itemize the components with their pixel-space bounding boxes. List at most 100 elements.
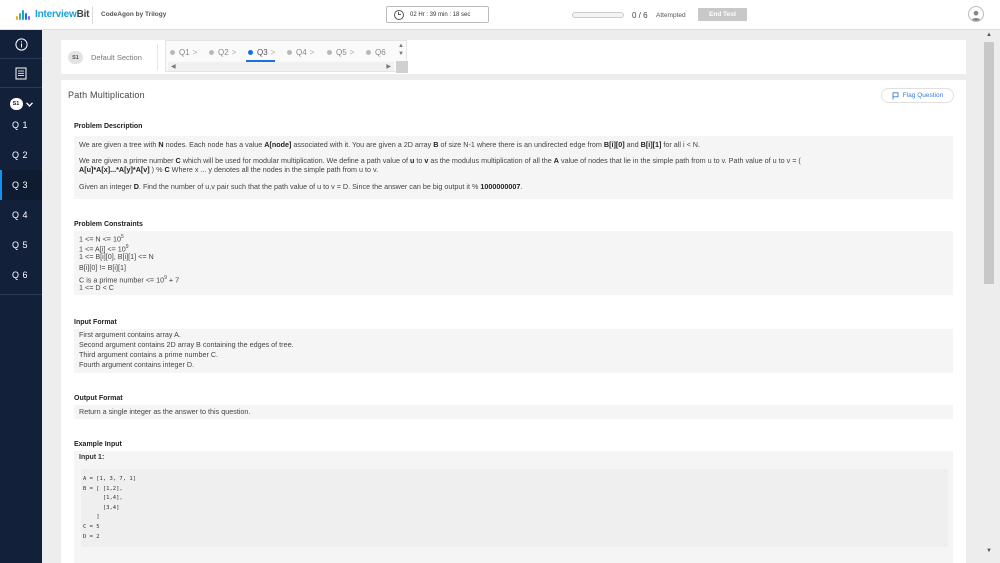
status-dot: [170, 49, 175, 55]
tabs-horizontal-scrollbar[interactable]: ◀ ▶: [168, 62, 394, 71]
input-format-line: Third argument contains a prime number C…: [79, 350, 219, 359]
sidebar-question-3[interactable]: Q 3: [0, 170, 42, 200]
scroll-down-icon[interactable]: ▼: [986, 548, 992, 554]
tab-label: Q2: [218, 47, 229, 57]
status-dot: [248, 49, 253, 55]
interviewbit-logo[interactable]: InterviewBit: [16, 9, 89, 20]
top-bar: InterviewBit CodeAgon by Trilogy 02 Hr :…: [0, 0, 1000, 30]
chevron-down-icon: [25, 101, 33, 107]
section-chip: S1: [68, 51, 83, 64]
chevron-right-icon: >: [231, 47, 237, 57]
description-paragraph-3: Given an integer D. Find the number of u…: [79, 182, 523, 191]
status-dot: [209, 49, 214, 55]
example-input-label: Input 1:: [79, 454, 105, 461]
status-dot: [327, 49, 332, 55]
question-title: Path Multiplication: [68, 90, 145, 100]
flag-icon: [892, 91, 899, 99]
description-paragraph-2: We are given a prime number C which will…: [79, 156, 801, 174]
info-button[interactable]: [0, 30, 42, 59]
section-name: Default Section: [91, 53, 142, 62]
input-format-line: First argument contains array A.: [79, 330, 181, 339]
instructions-button[interactable]: [0, 59, 42, 88]
flag-question-label: Flag Question: [902, 92, 944, 99]
sidebar-divider: [0, 294, 42, 295]
section-bar: S1 Default Section Q1 > Q2 > Q3 > Q4 > Q5 > Q…: [61, 40, 966, 74]
status-dot: [287, 49, 292, 55]
scroll-down-icon[interactable]: ▼: [398, 51, 404, 57]
contest-brand: CodeAgon by Trilogy: [101, 11, 167, 18]
chevron-right-icon: >: [192, 47, 198, 57]
scroll-up-icon[interactable]: ▲: [986, 32, 992, 38]
scrollbar-thumb[interactable]: [984, 42, 994, 284]
sidebar-question-5[interactable]: Q 5: [0, 230, 42, 260]
tab-label: Q3: [257, 47, 268, 57]
logo-text-right: Bit: [76, 9, 90, 20]
constraint-text: B[i][0] != B[i][1]: [79, 262, 126, 272]
example-code-block: A = [1, 3, 7, 1] B = [ [1,2], [1,4], [3,…: [81, 469, 948, 547]
output-format-text: Return a single integer as the answer to…: [79, 407, 251, 416]
scroll-left-icon[interactable]: ◀: [171, 63, 176, 70]
constraint-exponent: 9: [125, 244, 129, 251]
tab-q6[interactable]: Q6: [366, 45, 386, 59]
chevron-right-icon: >: [309, 47, 315, 57]
input-format-heading: Input Format: [74, 319, 117, 326]
input-format-box: First argument contains array A. Second …: [74, 329, 953, 373]
constraint-line: 1 <= D < C: [79, 283, 114, 293]
tab-label: Q5: [336, 47, 347, 57]
sidebar-question-4[interactable]: Q 4: [0, 200, 42, 230]
constraint-text: 1 <= D < C: [79, 283, 114, 292]
document-list-icon: [15, 67, 27, 79]
question-tabs: Q1 > Q2 > Q3 > Q4 > Q5 > Q6 ◀ ▶ ▲ ▼: [165, 40, 408, 73]
example-input-heading: Example Input: [74, 441, 122, 448]
constraint-line: B[i][0] != B[i][1]: [79, 263, 126, 273]
problem-constraints-heading: Problem Constraints: [74, 221, 143, 228]
attempted-count: 0 / 6: [632, 11, 648, 20]
timer-text: 02 Hr : 39 min : 18 sec: [410, 11, 471, 18]
page-scrollbar[interactable]: ▲ ▼: [983, 30, 995, 563]
problem-constraints-box: 1 <= N <= 105 1 <= A[i] <= 109 1 <= B[i][0…: [74, 231, 953, 295]
attempt-progress-bar: [572, 12, 624, 18]
constraint-line: 1 <= B[i][0], B[i][1] <= N: [79, 252, 154, 262]
sidebar: S1 Q 1 Q 2 Q 3 Q 4 Q 5 Q 6: [0, 30, 42, 563]
tabs-vertical-scrollbar[interactable]: ▲ ▼: [396, 42, 408, 73]
tab-label: Q4: [296, 47, 307, 57]
sidebar-question-1[interactable]: Q 1: [0, 110, 42, 140]
constraint-exponent: 5: [120, 234, 124, 240]
scroll-right-icon[interactable]: ▶: [386, 63, 391, 70]
logo-bars-icon: [16, 9, 32, 20]
info-icon: [14, 37, 28, 51]
sidebar-question-2[interactable]: Q 2: [0, 140, 42, 170]
output-format-box: Return a single integer as the answer to…: [74, 405, 953, 419]
section-divider: [157, 44, 158, 70]
tab-q4[interactable]: Q4 >: [287, 45, 314, 59]
end-test-button[interactable]: End Test: [698, 8, 747, 21]
countdown-timer: 02 Hr : 39 min : 18 sec: [386, 6, 489, 23]
status-dot: [366, 49, 371, 55]
example-code: A = [1, 3, 7, 1] B = [ [1,2], [1,4], [3,…: [83, 476, 136, 540]
sidebar-question-6[interactable]: Q 6: [0, 260, 42, 290]
input-format-line: Second argument contains 2D array B cont…: [79, 340, 294, 349]
tab-q2[interactable]: Q2 >: [209, 45, 236, 59]
problem-description-box: We are given a tree with N nodes. Each n…: [74, 136, 953, 199]
clock-icon: [394, 9, 404, 20]
chevron-right-icon: >: [349, 47, 355, 57]
scroll-up-icon[interactable]: ▲: [398, 43, 404, 49]
header-divider: [92, 6, 93, 24]
flag-question-button[interactable]: Flag Question: [881, 88, 954, 103]
user-icon: [971, 10, 981, 21]
input-format-line: Fourth argument contains integer D.: [79, 360, 195, 369]
user-avatar-button[interactable]: [968, 6, 984, 22]
chevron-right-icon: >: [270, 47, 276, 57]
problem-description-heading: Problem Description: [74, 123, 143, 130]
scrollbar-corner: [396, 61, 408, 73]
tab-q1[interactable]: Q1 >: [170, 45, 197, 59]
section-badge: S1: [9, 98, 23, 110]
question-panel: Path Multiplication Flag Question Proble…: [61, 80, 966, 563]
constraint-suffix: + 7: [166, 275, 180, 285]
tab-q3[interactable]: Q3 >: [248, 45, 275, 59]
description-paragraph-1: We are given a tree with N nodes. Each n…: [79, 140, 700, 149]
logo-text-left: Interview: [35, 9, 77, 20]
constraint-text: 1 <= B[i][0], B[i][1] <= N: [79, 252, 154, 262]
tab-q5[interactable]: Q5 >: [327, 45, 354, 59]
tab-label: Q1: [179, 47, 190, 57]
